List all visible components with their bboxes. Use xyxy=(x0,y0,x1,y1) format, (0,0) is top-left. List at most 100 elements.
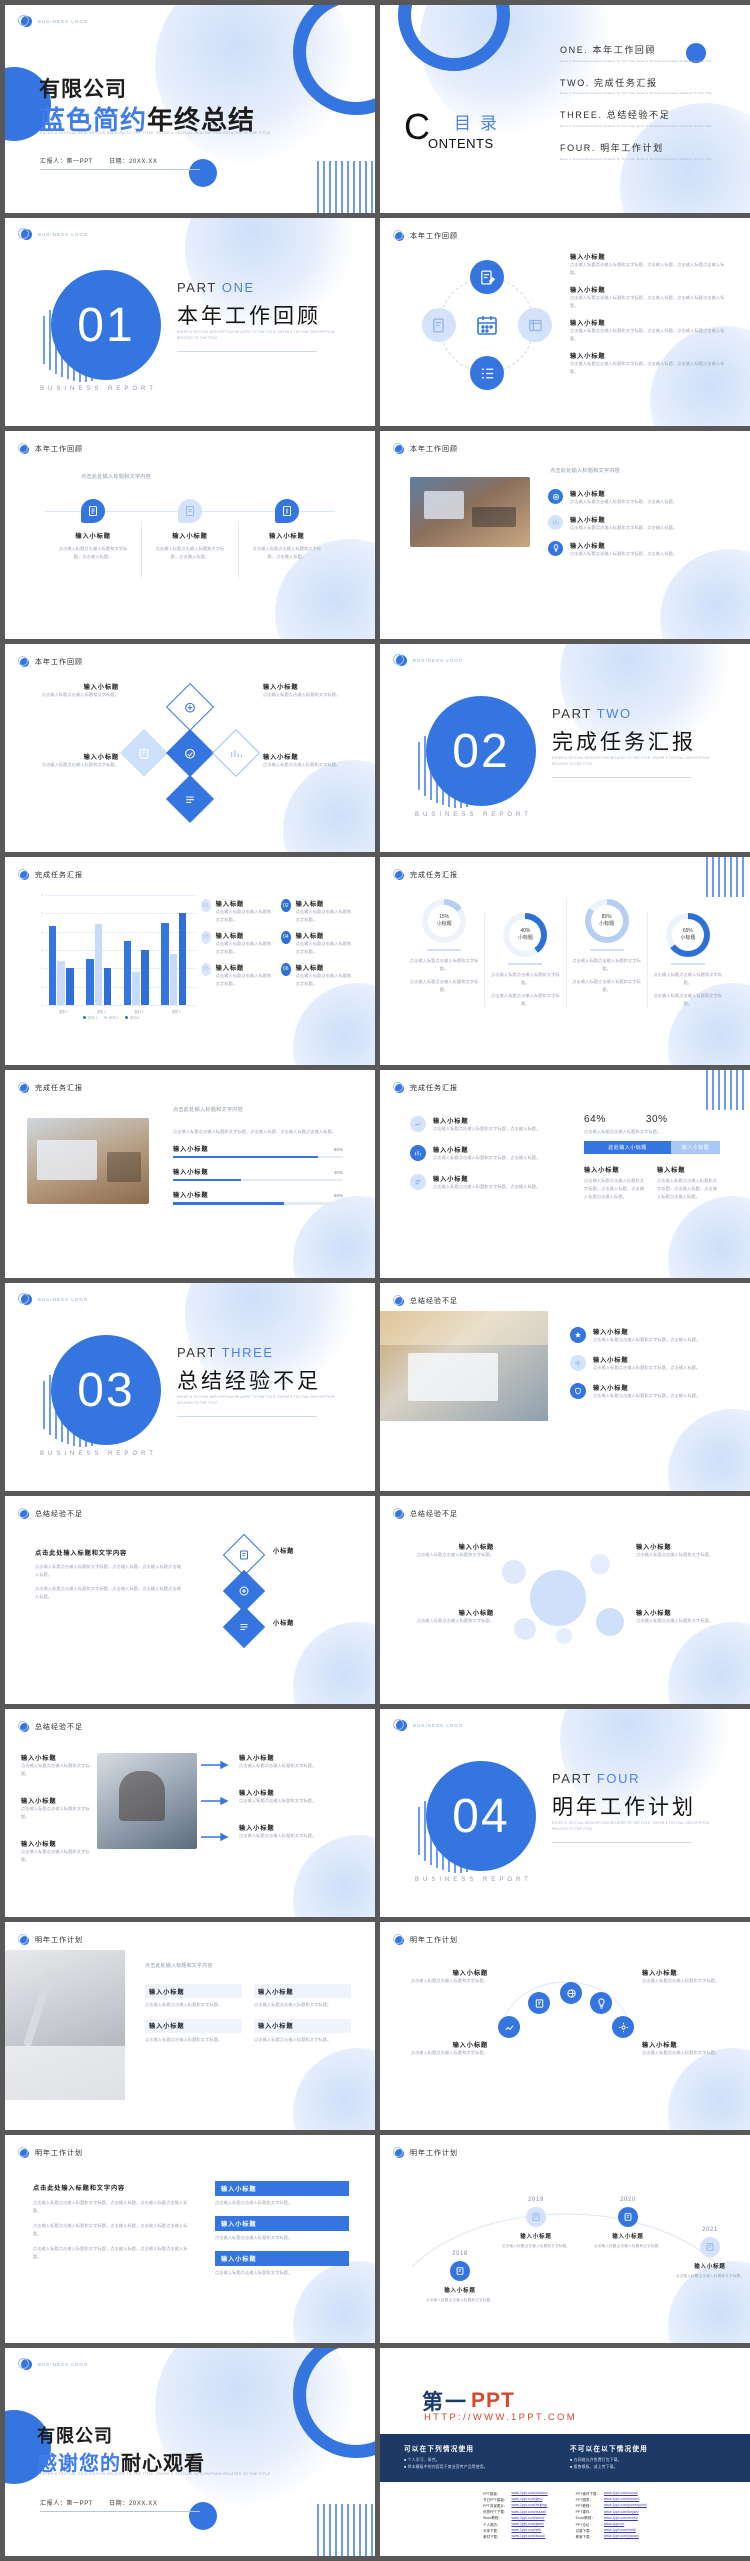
link-url[interactable]: www.1ppt.com/xiazai/ xyxy=(509,2509,549,2515)
grid-item[interactable]: 输入小标题 点击输入标题点击输入标题和文字标题。 xyxy=(145,2018,242,2044)
slide-contents[interactable]: C ONTENTS 目录 ONE. 本年工作回顾 Enter A Textual… xyxy=(380,5,750,213)
list-item[interactable]: 输入小标题 点击输入标题点击输入标题和文字标题。 xyxy=(239,1788,347,1805)
slide-section-03[interactable]: BUSINESS LOGO 03 PART THREE 总结经验不足 ENTER… xyxy=(5,1283,375,1491)
list-item[interactable]: 输入小标题 点击输入标题点击输入标题和文字标题，点击输入标题。 xyxy=(410,1144,562,1162)
bubble-small[interactable] xyxy=(590,1554,610,1574)
slide-diamond[interactable]: 本年工作回顾 输入小标题 点击输入标题点击输入标题和文字标题。 输入小标题 点击… xyxy=(5,644,375,852)
slide-three-column[interactable]: 本年工作回顾 点击此处输入标题和文字内容 输入小标题 点击输入标题点击输入标题和… xyxy=(5,431,375,639)
fan-icon-4[interactable] xyxy=(590,1992,612,2014)
numbered-item[interactable]: 03 输入标题 点击输入标题点击输入标题和文字标题。 xyxy=(201,930,273,956)
numbered-item[interactable]: 02 输入标题 点击输入标题点击输入标题和文字标题。 xyxy=(281,899,353,924)
link-url[interactable]: www.1ppt.com/jiaoan/ xyxy=(602,2533,649,2539)
progress-item[interactable]: 输入小标题 65% xyxy=(173,1190,343,1205)
slide-donuts[interactable]: 完成任务汇报 15% 小标题 点击输入标题点击输入标题和文字标题。 点击输入标题点击输… xyxy=(380,857,750,1065)
stat-b-button[interactable]: 输入小标题 xyxy=(671,1140,720,1154)
diamond-center[interactable] xyxy=(165,728,215,778)
fan-icon-1[interactable] xyxy=(498,2016,520,2038)
donut-item[interactable]: 65% 小标题 点击输入标题点击输入标题和文字标题。 点击输入标题点击输入标题和文字标… xyxy=(646,913,728,1008)
progress-item[interactable]: 输入小标题 85% xyxy=(173,1144,343,1159)
list-item[interactable]: 输入小标题 点击输入标题点击输入标题和文字标题，点击输入标题。 xyxy=(410,1173,562,1191)
list-item[interactable]: 输入小标题 点击输入标题点击输入标题和文字标题。 xyxy=(239,1823,347,1840)
slide-thanks[interactable]: BUSINESS LOGO 有限公司 感谢您的耐心观看 ENTER A TEXT… xyxy=(5,2348,375,2556)
toc-item-3[interactable]: THREE. 总结经验不足 Enter A Textual Descriptio… xyxy=(560,108,736,129)
cycle-icon-left[interactable] xyxy=(422,308,456,342)
column-item-3[interactable]: 输入小标题 点击输入标题点击输入标题和文字标题，点击输入标题。 xyxy=(239,499,335,579)
list-item[interactable]: 输入小标题 点击输入标题点击输入标题和文字标题，点击输入标题。 xyxy=(570,1354,726,1372)
slide-two-col-boxes[interactable]: 明年工作计划 点击此处输入标题和文字内容 点击输入标题点击输入标题和文字标题，点… xyxy=(5,2135,375,2343)
grid-item[interactable]: 输入小标题 点击输入标题点击输入标题和文字标题。 xyxy=(254,1984,351,2009)
diamond-top[interactable] xyxy=(165,682,215,732)
list-item[interactable]: 输入小标题 点击输入标题点击输入标题和文字标题，点击输入标题。 xyxy=(570,1382,726,1400)
slide-section-01[interactable]: BUSINESS LOGO 01 PART ONE 本年工作回顾 ENTER A… xyxy=(5,218,375,426)
list-item[interactable]: 输入小标题 点击输入标题点击输入标题和文字标题，点击输入标题。 xyxy=(548,540,718,558)
list-item[interactable]: 输入小标题 点击输入标题点击输入标题和文字标题。 xyxy=(239,1753,347,1770)
list-item[interactable]: 输入小标题 点击输入标题点击输入标题和文字标题，点击输入标题。 xyxy=(548,514,718,532)
box-item[interactable]: 输入小标题 点击输入标题点击输入标题和文字标题。 xyxy=(215,2250,349,2277)
bubble-tiny[interactable] xyxy=(556,1628,572,1644)
grid-item[interactable]: 输入小标题 点击输入标题点击输入标题和文字标题。 xyxy=(145,1984,242,2009)
cycle-icon-right[interactable] xyxy=(518,308,552,342)
slide-bubbles[interactable]: 总结经验不足 输入小标题 点击输入标题点击输入标题和文字标题。 输入小标题 点击… xyxy=(380,1496,750,1704)
fan-icon-2[interactable] xyxy=(528,1992,550,2014)
toc-item-2[interactable]: TWO. 完成任务汇报 Enter A Textual Description … xyxy=(560,76,736,97)
timeline-node[interactable]: 2018 输入小标题 点击输入标题点击输入标题和文字标题。 xyxy=(422,2251,498,2304)
column-item-2[interactable]: 输入小标题 点击输入标题点击输入标题和文字标题，点击输入标题。 xyxy=(142,499,238,579)
list-item[interactable]: 输入小标题 点击输入标题点击输入标题和文字标题。 xyxy=(21,1839,91,1864)
link-row[interactable]: 教案下载： www.1ppt.com/jiaoan/ xyxy=(574,2533,649,2539)
slide-section-02[interactable]: BUSINESS LOGO 02 PART TWO 完成任务汇报 ENTER A… xyxy=(380,644,750,852)
numbered-item[interactable]: 01 输入标题 点击输入标题点击输入标题和文字标题。 xyxy=(201,899,273,924)
diamond-bottom[interactable] xyxy=(165,774,215,824)
slide-1ppt-footer[interactable]: 第一 PPT HTTP://WWW.1PPT.COM 可以在下列情况使用 ■ 个… xyxy=(380,2348,750,2556)
slide-cycle[interactable]: 本年工作回顾 输入小标题 点击输入标题点击输入标题和文字标题，点击输入标题，点击… xyxy=(380,218,750,426)
column-item-1[interactable]: 输入小标题 点击输入标题点击输入标题和文字标题，点击输入标题。 xyxy=(45,499,141,579)
donut-item[interactable]: 15% 小标题 点击输入标题点击输入标题和文字标题。 点击输入标题点击输入标题和文字标… xyxy=(404,899,484,1007)
numbered-item[interactable]: 04 输入标题 点击输入标题点击输入标题和文字标题。 xyxy=(281,930,353,956)
link-row[interactable]: PPT课件： www.1ppt.com/kejian/ xyxy=(574,2509,649,2515)
numbered-item[interactable]: 06 输入标题 点击输入标题点击输入标题和文字标题。 xyxy=(281,962,353,988)
slide-progress[interactable]: 完成任务汇报 点击此处输入标题和文字内容 点击输入标题点击输入标题和文字标题，点… xyxy=(5,1070,375,1278)
slide-icon-fan[interactable]: 明年工作计划 输入小标题 点击输入标题点击输入标题和文字标题。 输入小标题 点击… xyxy=(380,1922,750,2130)
diamond-3[interactable] xyxy=(222,1605,266,1649)
fan-icon-5[interactable] xyxy=(612,2016,634,2038)
box-item[interactable]: 输入小标题 点击输入标题点击输入标题和文字标题。 xyxy=(215,2181,349,2207)
progress-item[interactable]: 输入小标题 40% xyxy=(173,1167,343,1182)
slide-photo-list[interactable]: 本年工作回顾 点击此处输入标题和文字内容 输入小标题 点击输入标题点击输入标题和… xyxy=(380,431,750,639)
bubble-small[interactable] xyxy=(596,1608,624,1636)
ppt-url[interactable]: HTTP://WWW.1PPT.COM xyxy=(424,2412,577,2423)
timeline-node[interactable]: 2019 输入小标题 点击输入标题点击输入标题和文字标题。 xyxy=(498,2197,574,2250)
slide-section-04[interactable]: BUSINESS LOGO 04 PART FOUR 明年工作计划 ENTER … xyxy=(380,1709,750,1917)
slide-cover[interactable]: BUSINESS LOGO 有限公司 蓝色简约年终总结 ENTER A TEXT… xyxy=(5,5,375,213)
slide-pen-photo[interactable]: 明年工作计划 点击此处输入标题和文字内容 输入小标题 点击输入标题点击输入标题和… xyxy=(5,1922,375,2130)
list-item[interactable]: 输入小标题 点击输入标题点击输入标题和文字标题。 xyxy=(21,1753,91,1778)
slide-timeline[interactable]: 明年工作计划 2018 输入小标题 点击输入标题点击输入标题和文字标题。 2019 输入… xyxy=(380,2135,750,2343)
link-url[interactable]: www.1ppt.com/sucai/ xyxy=(509,2533,549,2539)
list-item[interactable]: 输入小标题 点击输入标题点击输入标题和文字标题，点击输入标题。 xyxy=(548,489,718,506)
slide-bar-chart[interactable]: 完成任务汇报 0 1 2 3 4 5 6 类别 1 类别 2 类别 3 类别 4 系列 1 系列 2系… xyxy=(5,857,375,1065)
bubble-small[interactable] xyxy=(502,1560,526,1584)
stat-a-button[interactable]: 此处输入小标题 xyxy=(584,1140,672,1154)
link-row[interactable]: 优秀PPT下载： www.1ppt.com/xiazai/ xyxy=(481,2509,550,2515)
grid-item[interactable]: 输入小标题 点击输入标题点击输入标题和文字标题。 xyxy=(254,2018,351,2044)
bubble-small[interactable] xyxy=(514,1618,536,1640)
numbered-item[interactable]: 05 输入标题 点击输入标题点击输入标题和文字标题。 xyxy=(201,962,273,988)
diamond-right[interactable] xyxy=(211,728,261,778)
link-row[interactable]: 素材下载： www.1ppt.com/sucai/ xyxy=(481,2533,550,2539)
slide-diamond-stack[interactable]: 总结经验不足 点击此处输入标题和文字内容 点击输入标题点击输入标题和文字标题，点… xyxy=(5,1496,375,1704)
diamond-left[interactable] xyxy=(119,728,169,778)
slide-arrows[interactable]: 总结经验不足 输入小标题 点击输入标题点击输入标题和文字标题。 输入小标题 点击… xyxy=(5,1709,375,1917)
slide-photo-left[interactable]: 总结经验不足 输入小标题 点击输入标题点击输入标题和文字标题，点击输入标题。 输… xyxy=(380,1283,750,1491)
donut-item[interactable]: 40% 小标题 点击输入标题点击输入标题和文字标题。 点击输入标题点击输入标题和文字标… xyxy=(484,913,565,1008)
timeline-node[interactable]: 2020 输入小标题 点击输入标题点击输入标题和文字标题。 xyxy=(590,2197,666,2250)
list-item[interactable]: 输入小标题 点击输入标题点击输入标题和文字标题，点击输入标题。 xyxy=(570,1327,726,1344)
donut-item[interactable]: 85% 小标题 点击输入标题点击输入标题和文字标题。 点击输入标题点击输入标题和文字标… xyxy=(565,899,647,1008)
box-item[interactable]: 输入小标题 点击输入标题点击输入标题和文字标题。 xyxy=(215,2215,349,2242)
toc-item-1[interactable]: ONE. 本年工作回顾 Enter A Textual Description … xyxy=(560,43,736,64)
toc-item-4[interactable]: FOUR. 明年工作计划 Enter A Textual Description… xyxy=(560,141,736,162)
bubble-large[interactable] xyxy=(530,1570,586,1626)
fan-icon-3[interactable] xyxy=(560,1982,582,2004)
cycle-icon-top[interactable] xyxy=(470,260,504,294)
list-item[interactable]: 输入小标题 点击输入标题点击输入标题和文字标题。 xyxy=(21,1796,91,1821)
list-item[interactable]: 输入小标题 点击输入标题点击输入标题和文字标题，点击输入标题。 xyxy=(410,1116,562,1133)
cycle-icon-bottom[interactable] xyxy=(470,356,504,390)
slide-two-stat[interactable]: 完成任务汇报 输入小标题 点击输入标题点击输入标题和文字标题，点击输入标题。 输… xyxy=(380,1070,750,1278)
